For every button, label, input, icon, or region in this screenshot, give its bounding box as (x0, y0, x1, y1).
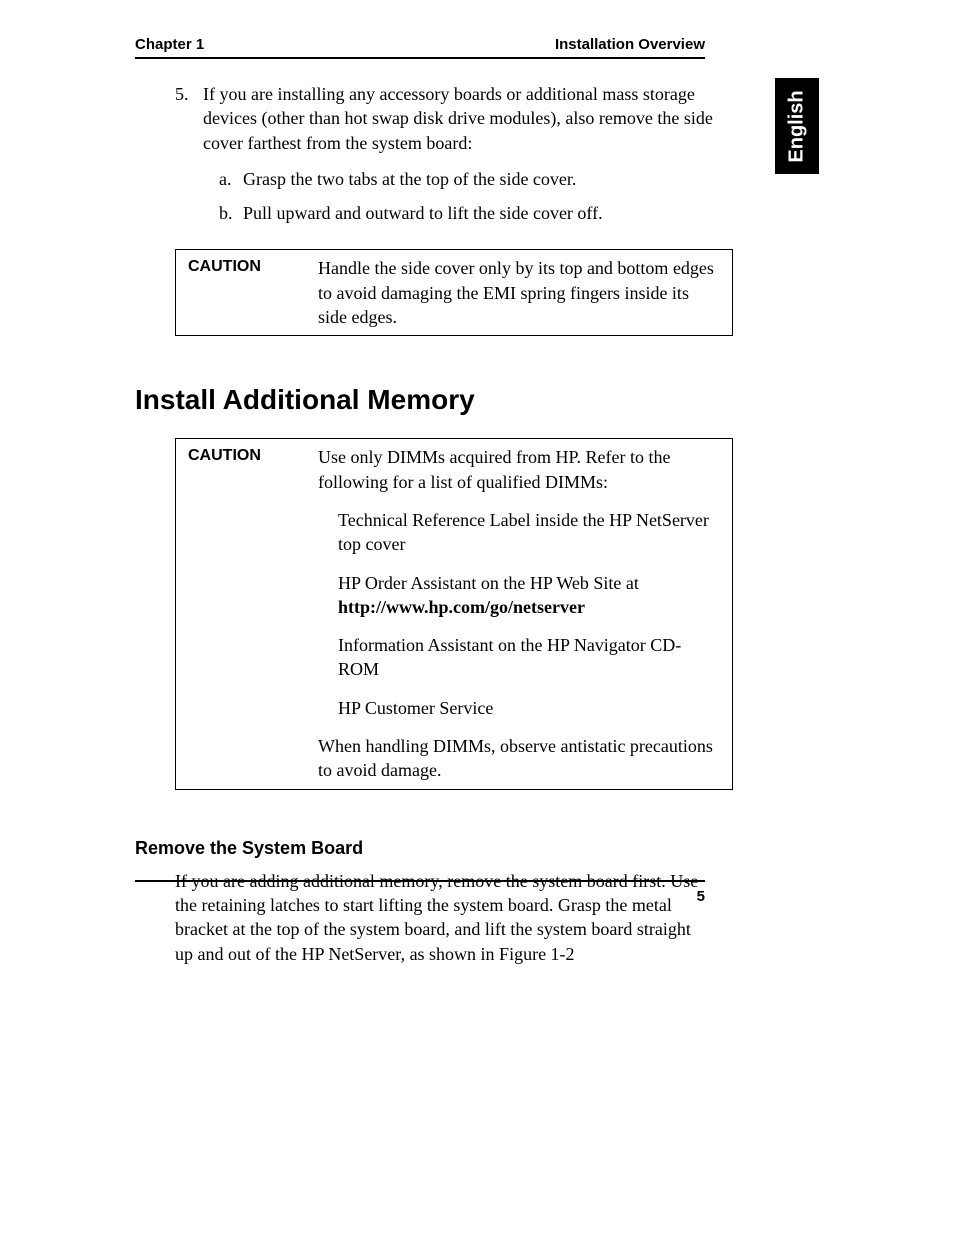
page-footer: 5 (135, 880, 705, 905)
page-header: Chapter 1 Installation Overview (135, 36, 705, 59)
caution-2-p5: HP Customer Service (338, 696, 720, 720)
language-tab: English (775, 78, 819, 174)
step-5b: b. Pull upward and outward to lift the s… (219, 201, 735, 225)
sub-letter: a. (219, 167, 243, 191)
heading-install-memory: Install Additional Memory (135, 384, 735, 416)
step-5a: a. Grasp the two tabs at the top of the … (219, 167, 735, 191)
caution-text: Handle the side cover only by its top an… (318, 256, 720, 329)
language-label: English (786, 90, 809, 162)
step-body: If you are installing any accessory boar… (203, 82, 735, 235)
caution-2-p6: When handling DIMMs, observe antistatic … (318, 734, 720, 783)
caution-label: CAUTION (188, 256, 318, 329)
caution-box-1: CAUTION Handle the side cover only by it… (175, 249, 733, 336)
heading-remove-system-board: Remove the System Board (135, 838, 735, 859)
caution-2-p3: HP Order Assistant on the HP Web Site at… (338, 571, 720, 620)
step-5-text: If you are installing any accessory boar… (203, 84, 713, 153)
step-5-sublist: a. Grasp the two tabs at the top of the … (203, 167, 735, 226)
caution-2-p1: Use only DIMMs acquired from HP. Refer t… (318, 445, 720, 494)
header-chapter: Chapter 1 (135, 36, 204, 53)
step-number: 5. (175, 82, 203, 235)
caution-2-p3a: HP Order Assistant on the HP Web Site at (338, 573, 639, 593)
caution-2-url: http://www.hp.com/go/netserver (338, 597, 585, 617)
caution-2-p2: Technical Reference Label inside the HP … (338, 508, 720, 557)
caution-box-2: CAUTION Use only DIMMs acquired from HP.… (175, 438, 733, 789)
caution-label: CAUTION (188, 445, 318, 782)
caution-text: Use only DIMMs acquired from HP. Refer t… (318, 445, 720, 782)
caution-1-text: Handle the side cover only by its top an… (318, 256, 720, 329)
step-5: 5. If you are installing any accessory b… (175, 82, 735, 235)
page: Chapter 1 Installation Overview English … (0, 0, 954, 1235)
page-content: 5. If you are installing any accessory b… (135, 82, 735, 966)
sub-text: Pull upward and outward to lift the side… (243, 201, 735, 225)
header-section: Installation Overview (555, 36, 705, 53)
sub-letter: b. (219, 201, 243, 225)
caution-2-p4: Information Assistant on the HP Navigato… (338, 633, 720, 682)
sub-text: Grasp the two tabs at the top of the sid… (243, 167, 735, 191)
page-number: 5 (135, 888, 705, 905)
